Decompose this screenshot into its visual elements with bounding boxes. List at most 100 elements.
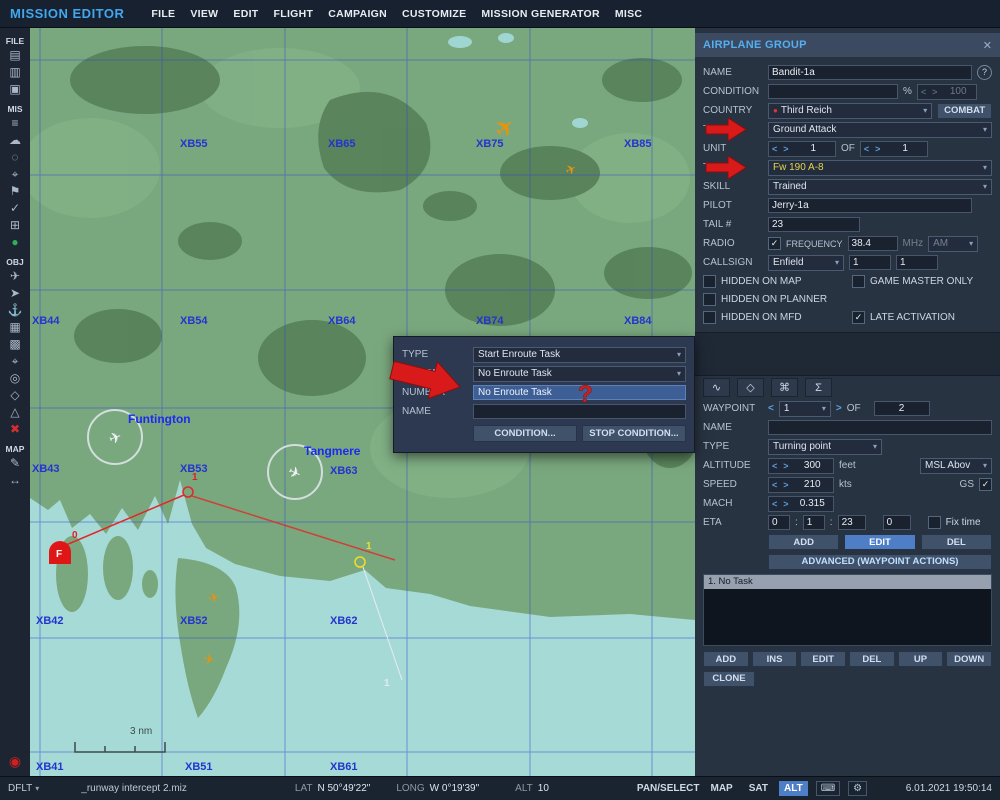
check-icon[interactable]: ✓ [4, 201, 26, 216]
dropdown-option-selected[interactable]: No Enroute Task [473, 385, 686, 400]
gs-checkbox[interactable]: ✓ [979, 478, 992, 491]
loop-tab[interactable]: ◇ [737, 378, 764, 397]
zone-icon[interactable]: ◎ [4, 371, 26, 386]
pan-select-mode[interactable]: PAN/SELECT [637, 783, 700, 794]
waypoint-add-button[interactable]: ADD [768, 534, 839, 550]
advanced-waypoint-actions-button[interactable]: ADVANCED (WAYPOINT ACTIONS) [768, 554, 992, 570]
task-ins-button[interactable]: INS [752, 651, 798, 667]
map-mode-button[interactable]: MAP [706, 781, 738, 796]
spinner-decrement[interactable]: < [769, 144, 780, 154]
task-del-button[interactable]: DEL [849, 651, 895, 667]
waypoint-task-list[interactable]: 1. No Task [703, 574, 992, 646]
sat-mode-button[interactable]: SAT [744, 781, 773, 796]
modulation-select[interactable]: AM ▾ [928, 236, 978, 252]
waypoint-del-button[interactable]: DEL [921, 534, 992, 550]
condition-button[interactable]: CONDITION... [473, 425, 577, 442]
aircraft-type-select[interactable]: Fw 190 A-8 ▾ [768, 160, 992, 176]
spinner-increment[interactable]: > [780, 499, 791, 509]
open-mission-icon[interactable]: ▥ [4, 65, 26, 80]
pilot-input[interactable] [768, 198, 972, 213]
spinner-decrement[interactable]: < [769, 480, 780, 490]
enroute-type-select[interactable]: Start Enroute Task ▾ [473, 347, 686, 363]
static-object-icon[interactable]: ▩ [4, 337, 26, 352]
task-up-button[interactable]: UP [898, 651, 944, 667]
task-down-button[interactable]: DOWN [946, 651, 992, 667]
country-select[interactable]: ● Third Reich ▾ [768, 103, 932, 119]
menu-customize[interactable]: CUSTOMIZE [402, 8, 466, 20]
eta-frac-input[interactable] [883, 515, 911, 530]
eta-hours-input[interactable] [768, 515, 790, 530]
menu-edit[interactable]: EDIT [233, 8, 258, 20]
spinner-decrement[interactable]: < [918, 87, 929, 97]
menu-mission-generator[interactable]: MISSION GENERATOR [481, 8, 599, 20]
menu-view[interactable]: VIEW [190, 8, 218, 20]
hidden-on-planner-checkbox[interactable] [703, 293, 716, 306]
close-icon[interactable]: ✕ [983, 39, 992, 52]
combat-button[interactable]: COMBAT [937, 103, 992, 119]
menu-campaign[interactable]: CAMPAIGN [328, 8, 387, 20]
briefing-icon[interactable]: ≡ [4, 116, 26, 131]
record-icon[interactable]: ◉ [9, 753, 21, 770]
eta-minutes-input[interactable] [803, 515, 825, 530]
payload-icon[interactable]: ◌ [4, 150, 26, 165]
summary-tab[interactable]: Σ [805, 378, 832, 397]
task-list-item[interactable]: 1. No Task [704, 575, 991, 589]
callsign-number-1[interactable] [849, 255, 891, 270]
task-edit-button[interactable]: EDIT [800, 651, 846, 667]
navpoint-icon[interactable]: △ [4, 405, 26, 420]
condition-spinner[interactable]: < > 100 [917, 84, 977, 100]
delete-icon[interactable]: ✖ [4, 422, 26, 437]
targeting-icon[interactable]: ⌖ [4, 167, 26, 182]
callsign-select[interactable]: Enfield ▾ [768, 255, 844, 271]
spinner-decrement[interactable]: < [769, 499, 780, 509]
help-icon[interactable]: ? [977, 65, 992, 80]
ship-icon[interactable]: ⚓ [4, 303, 26, 318]
spinner-increment[interactable]: > [929, 87, 940, 97]
vehicle-icon[interactable]: ▦ [4, 320, 26, 335]
spinner-increment[interactable]: > [780, 461, 791, 471]
callsign-number-2[interactable] [896, 255, 938, 270]
mach-spinner[interactable]: < > 0.315 [768, 496, 834, 512]
fix-time-checkbox[interactable] [928, 516, 941, 529]
weather-icon[interactable]: ☁ [4, 133, 26, 148]
airplane-icon[interactable]: ✈ [4, 269, 26, 284]
condition-input[interactable] [768, 84, 898, 99]
game-master-only-checkbox[interactable] [852, 275, 865, 288]
unit-total-spinner[interactable]: < > 1 [860, 141, 928, 157]
waypoint-type-select[interactable]: Turning point ▾ [768, 439, 882, 455]
save-mission-icon[interactable]: ▣ [4, 82, 26, 97]
hidden-on-map-checkbox[interactable] [703, 275, 716, 288]
spinner-decrement[interactable]: < [861, 144, 872, 154]
alt-mode-button[interactable]: ALT [779, 781, 808, 796]
coord-mode-select[interactable]: DFLT ▾ [8, 783, 39, 794]
waypoint-name-input[interactable] [768, 420, 992, 435]
unit-count-spinner[interactable]: < > 1 [768, 141, 836, 157]
task-select[interactable]: Ground Attack ▾ [768, 122, 992, 138]
draw-icon[interactable]: ✎ [4, 456, 26, 471]
menu-file[interactable]: FILE [151, 8, 175, 20]
spinner-increment[interactable]: > [780, 480, 791, 490]
settings-icon[interactable]: ⚙ [848, 781, 867, 796]
eta-seconds-input[interactable] [838, 515, 866, 530]
frequency-input[interactable] [848, 236, 898, 251]
late-activation-checkbox[interactable]: ✓ [852, 311, 865, 324]
tail-number-input[interactable] [768, 217, 860, 232]
fly-mission-icon[interactable]: ● [4, 235, 26, 250]
radio-checkbox[interactable]: ✓ [768, 237, 781, 250]
menu-flight[interactable]: FLIGHT [274, 8, 314, 20]
new-mission-icon[interactable]: ▤ [4, 48, 26, 63]
spinner-increment[interactable]: > [780, 144, 791, 154]
waypoint-select[interactable]: 1 ▾ [779, 401, 831, 417]
keyboard-icon[interactable]: ⌨ [816, 781, 840, 796]
speed-spinner[interactable]: < > 210 [768, 477, 834, 493]
triggers-icon[interactable]: ⊞ [4, 218, 26, 233]
spinner-increment[interactable]: > [872, 144, 883, 154]
altitude-spinner[interactable]: < > 300 [768, 458, 834, 474]
group-icon[interactable]: ◇ [4, 388, 26, 403]
waypoint-edit-button[interactable]: EDIT [844, 534, 915, 550]
menu-misc[interactable]: MISC [615, 8, 642, 20]
next-waypoint-icon[interactable]: > [836, 403, 842, 414]
enroute-action-select[interactable]: No Enroute Task ▾ [473, 366, 686, 382]
altitude-ref-select[interactable]: MSL Abov ▾ [920, 458, 992, 474]
helicopter-icon[interactable]: ➤ [4, 286, 26, 301]
